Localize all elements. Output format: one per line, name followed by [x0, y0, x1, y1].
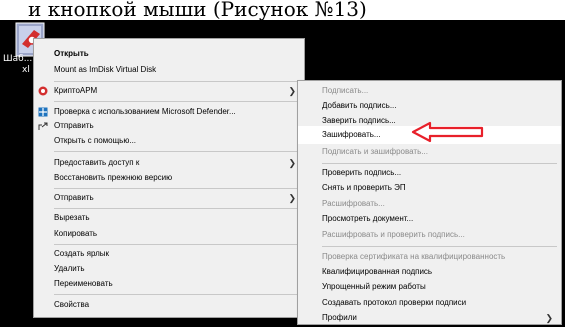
submenu-arrow-icon: ❯	[288, 86, 296, 96]
submenu-arrow-icon: ❯	[288, 193, 296, 203]
submenu-arrow-icon: ❯	[545, 313, 553, 323]
submenu-item-sign-encrypt[interactable]: Подписать и зашифровать...	[298, 143, 561, 161]
cryptoarm-icon	[38, 86, 48, 96]
menu-item-open-with[interactable]: Открыть с помощью...	[34, 132, 304, 150]
submenu-item-profiles[interactable]: Профили ❯	[298, 309, 561, 327]
menu-item-send-to[interactable]: Отправить ❯	[34, 189, 304, 207]
menu-item-defender-label: Проверка с использованием Microsoft Defe…	[54, 107, 236, 116]
menu-separator	[54, 101, 300, 102]
share-icon	[38, 122, 48, 130]
menu-item-grant-access-label: Предоставить доступ к	[54, 158, 140, 167]
menu-item-send-to-label: Отправить	[54, 193, 94, 202]
menu-item-copy[interactable]: Копировать	[34, 225, 304, 243]
menu-separator	[54, 151, 300, 152]
menu-separator	[54, 294, 300, 295]
menu-item-rename[interactable]: Переименовать	[34, 275, 304, 293]
defender-shield-icon	[38, 107, 48, 117]
menu-item-mount[interactable]: Mount as ImDisk Virtual Disk	[34, 61, 304, 79]
red-pointer-arrow-icon	[411, 121, 484, 143]
menu-separator	[322, 246, 557, 247]
menu-item-cryptoarm-label: КриптоАРМ	[54, 86, 98, 95]
context-menu: Открыть Mount as ImDisk Virtual Disk Кри…	[33, 38, 305, 318]
submenu-item-profiles-label: Профили	[322, 313, 357, 322]
menu-item-restore[interactable]: Восстановить прежнюю версию	[34, 169, 304, 187]
menu-item-properties[interactable]: Свойства	[34, 296, 304, 314]
menu-item-cryptoarm[interactable]: КриптоАРМ ❯	[34, 82, 304, 100]
menu-item-share-label: Отправить	[54, 121, 94, 130]
submenu-item-decrypt-verify[interactable]: Расшифровать и проверить подпись...	[298, 226, 561, 244]
cryptoarm-submenu: Подписать... Добавить подпись... Заверит…	[297, 80, 562, 325]
document-text-header: и кнопкой мыши (Рисунок №13)	[0, 0, 565, 20]
